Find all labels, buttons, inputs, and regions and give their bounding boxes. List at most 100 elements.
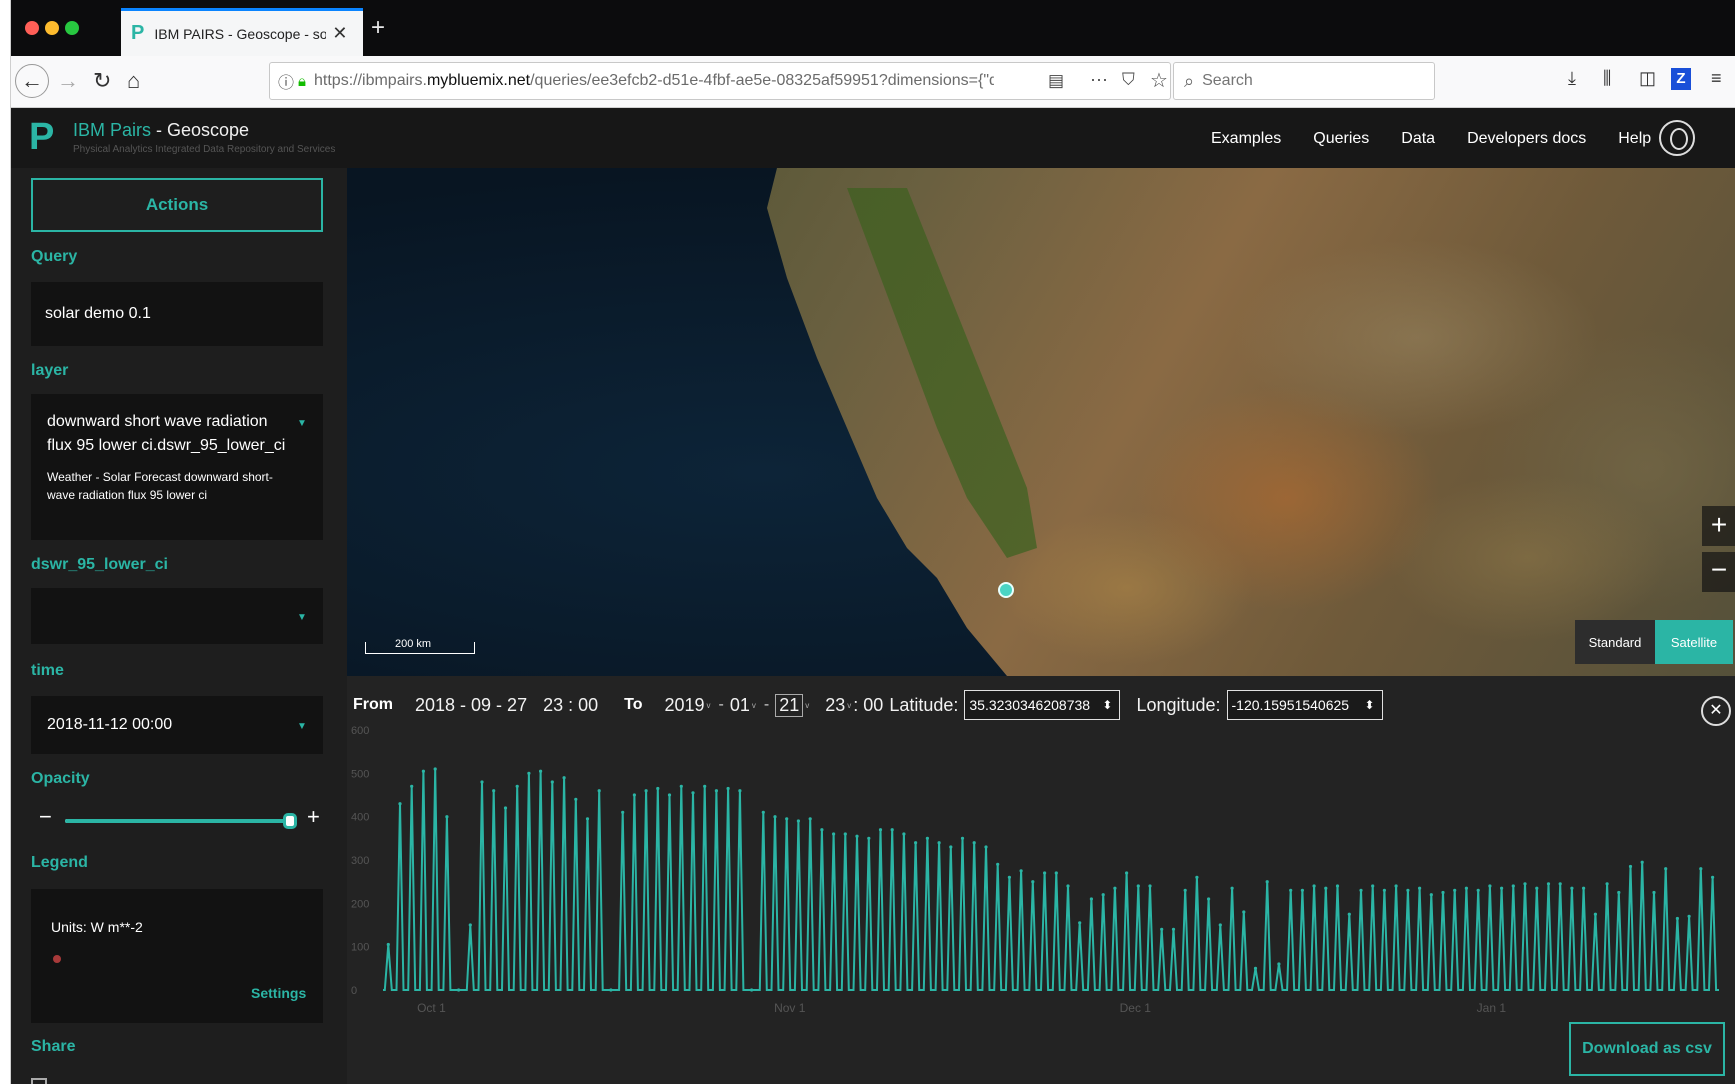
data-point[interactable] xyxy=(949,845,953,849)
data-point[interactable] xyxy=(597,789,601,793)
data-point[interactable] xyxy=(808,817,812,821)
data-point[interactable] xyxy=(796,819,800,823)
actions-button[interactable]: Actions xyxy=(31,178,323,232)
data-point[interactable] xyxy=(1253,966,1258,970)
data-point[interactable] xyxy=(1007,875,1012,879)
location-marker[interactable] xyxy=(998,582,1014,598)
data-point[interactable] xyxy=(726,786,730,791)
nav-developers-docs[interactable]: Developers docs xyxy=(1467,130,1586,148)
data-point[interactable] xyxy=(1300,888,1304,892)
data-point[interactable] xyxy=(1640,860,1644,864)
data-point[interactable] xyxy=(1664,867,1668,871)
data-point[interactable] xyxy=(1218,923,1222,927)
zotero-icon[interactable]: Z xyxy=(1671,68,1691,90)
opacity-slider[interactable]: − + xyxy=(31,804,331,832)
data-point[interactable] xyxy=(1418,886,1422,890)
reader-view-icon[interactable]: ▤ xyxy=(1048,71,1064,91)
data-point[interactable] xyxy=(527,771,531,775)
to-year-select[interactable]: 2019 xyxy=(664,695,704,716)
data-point[interactable] xyxy=(761,810,765,814)
data-point[interactable] xyxy=(832,832,836,836)
to-minute[interactable]: : 00 xyxy=(853,695,883,716)
data-point[interactable] xyxy=(703,784,707,788)
close-timeseries-icon[interactable]: ✕ xyxy=(1701,696,1731,726)
forward-icon[interactable]: → xyxy=(57,66,79,96)
data-point[interactable] xyxy=(1476,888,1480,892)
data-point[interactable] xyxy=(855,834,859,838)
data-point[interactable] xyxy=(1394,884,1398,888)
data-point[interactable] xyxy=(750,988,754,992)
data-point[interactable] xyxy=(1242,910,1246,914)
data-point[interactable] xyxy=(1265,880,1269,884)
opacity-decrease-icon[interactable]: − xyxy=(39,804,52,830)
data-point[interactable] xyxy=(410,784,414,788)
data-point[interactable] xyxy=(679,784,683,788)
home-icon[interactable]: ⌂ xyxy=(127,66,140,96)
data-point[interactable] xyxy=(398,802,402,806)
data-point[interactable] xyxy=(1207,897,1211,901)
data-point[interactable] xyxy=(1195,875,1199,879)
nav-examples[interactable]: Examples xyxy=(1211,130,1281,148)
url-bar[interactable]: ⓘ 🔒︎ https://ibmpairs.mybluemix.net/quer… xyxy=(269,62,1171,100)
data-point[interactable] xyxy=(1125,871,1129,875)
time-select[interactable]: 2018-11-12 00:00 ▼ xyxy=(31,696,323,754)
window-minimize-button[interactable] xyxy=(45,21,59,35)
data-point[interactable] xyxy=(632,793,636,797)
data-point[interactable] xyxy=(1230,886,1234,890)
data-point[interactable] xyxy=(644,789,648,793)
data-point[interactable] xyxy=(1570,886,1574,890)
data-point[interactable] xyxy=(1406,888,1410,892)
data-point[interactable] xyxy=(562,776,566,780)
longitude-input[interactable] xyxy=(1226,690,1383,720)
layer-select[interactable]: downward short wave radiation flux 95 lo… xyxy=(31,394,323,540)
data-point[interactable] xyxy=(1675,916,1679,921)
data-point[interactable] xyxy=(1441,890,1445,895)
data-point[interactable] xyxy=(820,828,824,832)
from-time[interactable]: 23 : 00 xyxy=(543,695,598,716)
download-csv-button[interactable]: Download as csv xyxy=(1569,1022,1725,1076)
data-point[interactable] xyxy=(550,780,554,784)
window-close-button[interactable] xyxy=(25,21,39,35)
data-point[interactable] xyxy=(1488,884,1492,888)
data-point[interactable] xyxy=(1511,884,1515,888)
data-point[interactable] xyxy=(1464,886,1468,890)
zoom-in-button[interactable]: + xyxy=(1702,506,1735,546)
zoom-out-button[interactable]: − xyxy=(1702,552,1735,592)
data-point[interactable] xyxy=(1593,912,1597,916)
data-point[interactable] xyxy=(1324,886,1328,890)
data-point[interactable] xyxy=(433,767,437,771)
data-point[interactable] xyxy=(468,923,472,927)
nav-queries[interactable]: Queries xyxy=(1313,130,1369,148)
data-point[interactable] xyxy=(1160,927,1164,931)
data-point[interactable] xyxy=(1523,882,1527,886)
nav-data[interactable]: Data xyxy=(1401,130,1435,148)
data-point[interactable] xyxy=(1089,897,1093,901)
data-point[interactable] xyxy=(1171,927,1176,931)
to-hour-select[interactable]: 23 xyxy=(825,695,845,716)
data-point[interactable] xyxy=(1078,921,1082,925)
reload-icon[interactable]: ↻ xyxy=(93,66,111,96)
satellite-map[interactable]: 200 km + − Standard Satellite xyxy=(347,168,1735,676)
latitude-stepper-icon[interactable]: ⬍ xyxy=(1102,698,1112,712)
data-point[interactable] xyxy=(984,845,988,849)
data-point[interactable] xyxy=(972,841,976,845)
legend-settings-link[interactable]: Settings xyxy=(251,985,306,1001)
data-point[interactable] xyxy=(539,769,543,773)
data-point[interactable] xyxy=(1289,888,1293,892)
data-point[interactable] xyxy=(515,784,519,788)
data-point[interactable] xyxy=(585,817,590,821)
pairs-logo-icon[interactable]: P xyxy=(29,116,54,158)
new-tab-icon[interactable]: + xyxy=(371,14,385,42)
url-text[interactable]: https://ibmpairs.mybluemix.net/queries/e… xyxy=(314,72,994,90)
data-point[interactable] xyxy=(960,836,965,840)
data-point[interactable] xyxy=(1558,882,1562,886)
data-point[interactable] xyxy=(773,815,777,819)
dimension-select[interactable]: ▼ xyxy=(31,588,323,644)
data-point[interactable] xyxy=(1500,886,1504,890)
data-point[interactable] xyxy=(621,810,625,814)
data-point[interactable] xyxy=(1429,893,1433,897)
user-avatar-icon[interactable] xyxy=(1659,120,1695,156)
data-point[interactable] xyxy=(937,841,941,845)
data-point[interactable] xyxy=(867,836,871,840)
search-input[interactable] xyxy=(1202,72,1403,90)
